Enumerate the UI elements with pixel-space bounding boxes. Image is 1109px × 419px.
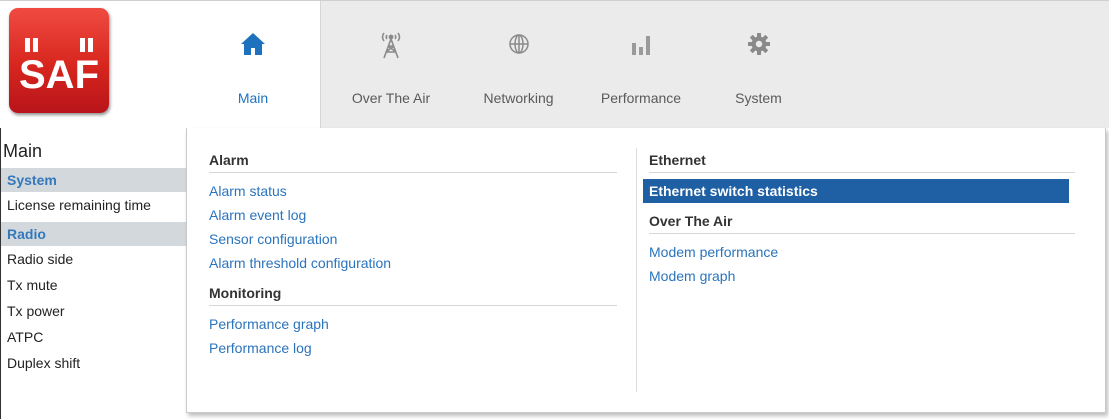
- nav-tab-over-the-air[interactable]: Over The Air: [321, 1, 461, 129]
- top-navigation-bar: SAF Main Over The Air Networking Perform…: [0, 0, 1109, 129]
- menu-link-alarm-status[interactable]: Alarm status: [209, 179, 617, 203]
- menu-link-sensor-configuration[interactable]: Sensor configuration: [209, 227, 617, 251]
- saf-logo: SAF: [9, 8, 109, 113]
- menu-link-performance-log[interactable]: Performance log: [209, 336, 617, 360]
- nav-tab-label: Networking: [483, 90, 554, 106]
- sidebar-section-radio: Radio: [1, 222, 187, 246]
- home-icon: [186, 27, 320, 61]
- nav-tab-main[interactable]: Main: [186, 1, 321, 129]
- logo-text: SAF: [19, 53, 99, 97]
- gear-icon: [706, 27, 811, 61]
- main-dropdown-menu: Alarm Alarm status Alarm event log Senso…: [186, 128, 1106, 413]
- menu-link-modem-graph[interactable]: Modem graph: [649, 264, 1075, 288]
- sidebar-item-license-remaining-time[interactable]: License remaining time: [1, 192, 187, 218]
- group-header-over-the-air: Over The Air: [649, 209, 1075, 234]
- menu-link-modem-performance[interactable]: Modem performance: [649, 240, 1075, 264]
- sidebar-item-atpc[interactable]: ATPC: [1, 324, 187, 350]
- nav-tab-label: Over The Air: [351, 90, 431, 106]
- sidebar-title: Main: [3, 141, 43, 161]
- logo-area: SAF: [0, 1, 186, 129]
- sidebar: Main System License remaining time Radio…: [0, 128, 187, 419]
- globe-icon: [461, 27, 576, 61]
- column-divider: [636, 148, 637, 392]
- menu-link-ethernet-switch-statistics[interactable]: Ethernet switch statistics: [643, 179, 1069, 203]
- menu-link-alarm-threshold-configuration[interactable]: Alarm threshold configuration: [209, 251, 617, 275]
- sidebar-item-radio-side[interactable]: Radio side: [1, 246, 187, 272]
- nav-tab-label: Performance: [600, 90, 682, 106]
- dropdown-left-column: Alarm Alarm status Alarm event log Senso…: [209, 148, 617, 360]
- sidebar-item-tx-mute[interactable]: Tx mute: [1, 272, 187, 298]
- nav-tab-label: System: [735, 90, 782, 106]
- group-header-ethernet: Ethernet: [649, 148, 1075, 173]
- menu-link-performance-graph[interactable]: Performance graph: [209, 312, 617, 336]
- nav-tab-networking[interactable]: Networking: [461, 1, 576, 129]
- nav-tab-performance[interactable]: Performance: [576, 1, 706, 129]
- group-header-monitoring: Monitoring: [209, 281, 617, 306]
- menu-link-alarm-event-log[interactable]: Alarm event log: [209, 203, 617, 227]
- sidebar-section-system: System: [1, 168, 187, 192]
- saf-logo-mark: SAF: [19, 38, 99, 97]
- bar-chart-icon: [576, 27, 706, 61]
- nav-tab-label: Main: [237, 90, 269, 106]
- nav-tab-system[interactable]: System: [706, 1, 811, 129]
- sidebar-item-duplex-shift[interactable]: Duplex shift: [1, 350, 187, 376]
- sidebar-item-tx-power[interactable]: Tx power: [1, 298, 187, 324]
- group-header-alarm: Alarm: [209, 148, 617, 173]
- antenna-icon: [321, 27, 461, 61]
- dropdown-right-column: Ethernet Ethernet switch statistics Over…: [643, 148, 1075, 288]
